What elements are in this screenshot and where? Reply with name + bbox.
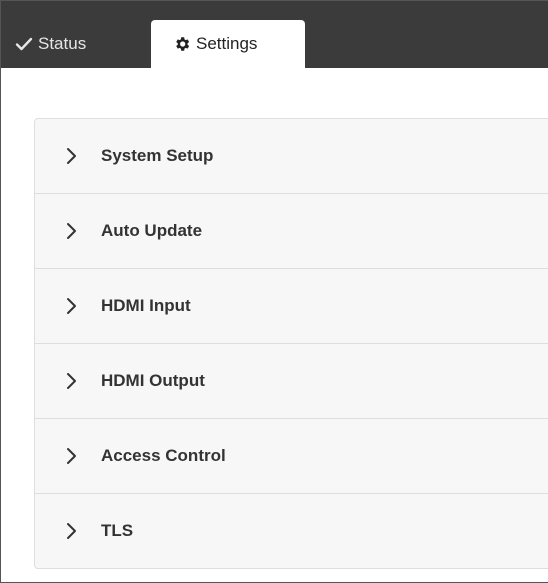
section-hdmi-input[interactable]: HDMI Input xyxy=(35,269,548,344)
tab-status-label: Status xyxy=(38,34,87,53)
chevron-right-icon xyxy=(65,522,83,540)
gear-icon xyxy=(173,35,191,53)
tab-settings-label: Settings xyxy=(196,34,258,53)
section-access-control[interactable]: Access Control xyxy=(35,419,548,494)
section-auto-update[interactable]: Auto Update xyxy=(35,194,548,269)
settings-page: Status Settings System Setup Auto Update xyxy=(0,0,548,583)
section-label: HDMI Input xyxy=(101,296,191,315)
chevron-right-icon xyxy=(65,222,83,240)
tab-status[interactable]: Status xyxy=(15,20,86,68)
settings-accordion: System Setup Auto Update HDMI Input HDMI… xyxy=(34,118,548,569)
tab-bar: Status Settings xyxy=(1,1,548,68)
section-system-setup[interactable]: System Setup xyxy=(35,119,548,194)
chevron-right-icon xyxy=(65,372,83,390)
section-label: Auto Update xyxy=(101,221,203,240)
check-icon xyxy=(15,36,33,52)
section-label: System Setup xyxy=(101,146,214,165)
section-label: TLS xyxy=(101,521,134,540)
section-hdmi-output[interactable]: HDMI Output xyxy=(35,344,548,419)
section-tls[interactable]: TLS xyxy=(35,494,548,568)
section-label: HDMI Output xyxy=(101,371,205,390)
chevron-right-icon xyxy=(65,297,83,315)
tab-settings[interactable]: Settings xyxy=(151,20,305,68)
section-label: Access Control xyxy=(101,446,226,465)
chevron-right-icon xyxy=(65,147,83,165)
chevron-right-icon xyxy=(65,447,83,465)
